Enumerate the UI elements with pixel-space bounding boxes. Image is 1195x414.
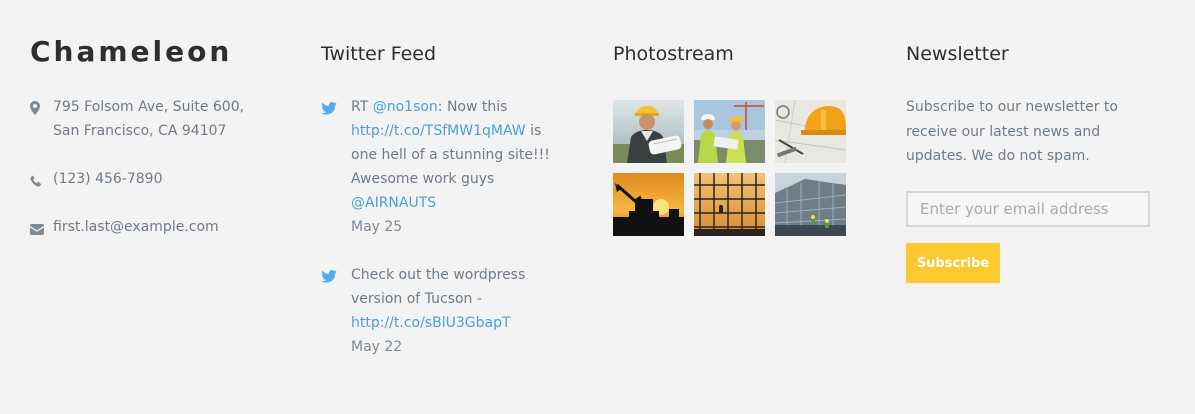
photo-thumbnail-excavator[interactable] [613,173,684,236]
tweet-url-link[interactable]: http://t.co/sBlU3GbapT [351,315,511,331]
twitter-bird-icon [321,99,337,115]
photostream-heading: Photostream [613,43,734,65]
twitter-heading: Twitter Feed [321,43,437,65]
tweet-body: Check out the wordpress version of Tucso… [351,263,551,359]
tweet-body: RT @no1son: Now this http://t.co/TSfMW1q… [351,95,551,239]
email-input[interactable] [906,191,1150,227]
tweet-mention-link[interactable]: @no1son [373,99,438,115]
photo-thumbnail-scaffolding[interactable] [694,173,765,236]
tweet-text: : Now this [437,99,508,115]
newsletter-heading: Newsletter [906,43,1009,65]
twitter-bird-icon [321,267,337,283]
tweet-text: Check out the wordpress version of Tucso… [351,267,526,307]
phone-text: (123) 456-7890 [53,171,163,187]
photo-thumbnail-engineer[interactable] [613,100,684,163]
subscribe-button[interactable]: Subscribe [906,243,1000,283]
photo-thumbnail-building[interactable] [775,173,846,236]
tweet-date: May 25 [351,219,403,235]
tweet-mention-link[interactable]: @AIRNAUTS [351,195,436,211]
brand-logo[interactable]: Chameleon [30,35,232,68]
photo-thumbnail-workers[interactable] [694,100,765,163]
tweet-text: RT [351,99,373,115]
email-text[interactable]: first.last@example.com [53,215,263,239]
tweet-url-link[interactable]: http://t.co/TSfMW1qMAW [351,123,526,139]
photo-thumbnail-hardhat[interactable] [775,100,846,163]
envelope-icon [30,219,44,235]
phone-icon [30,171,44,187]
map-marker-icon [30,99,44,115]
address-text: 795 Folsom Ave, Suite 600, San Francisco… [53,99,245,139]
newsletter-description: Subscribe to our newsletter to receive o… [906,99,1118,164]
tweet-date: May 22 [351,339,403,355]
